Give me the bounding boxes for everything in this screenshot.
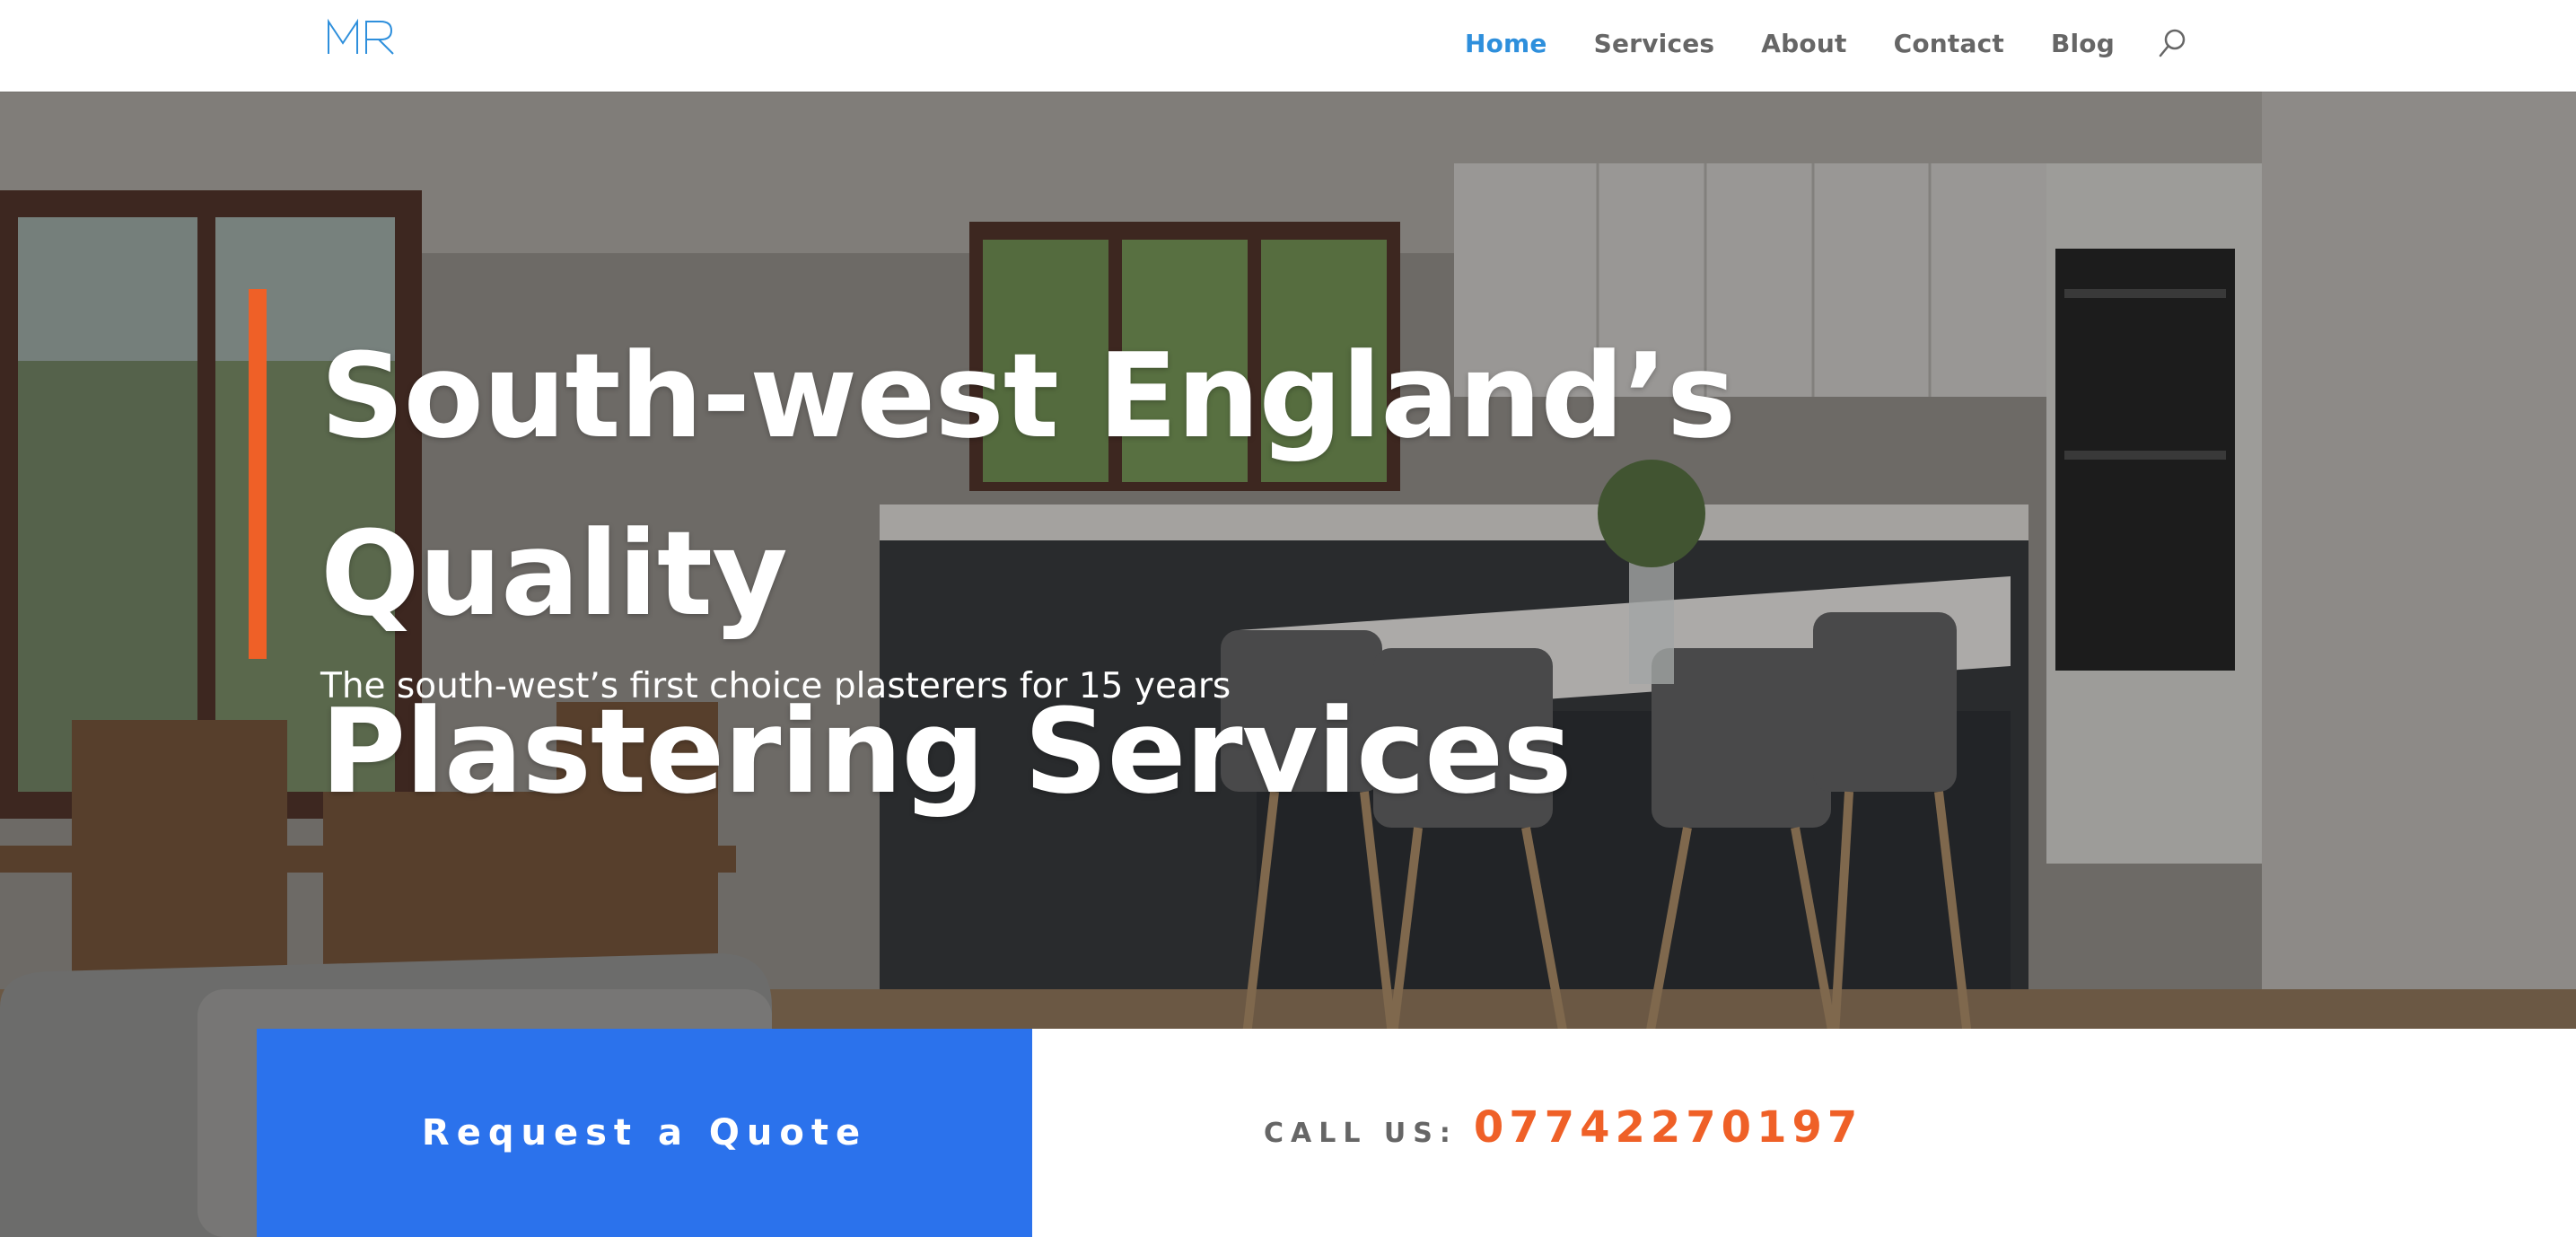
hero-title: South-west England’s Quality Plastering …	[320, 307, 2116, 840]
site-header: Home Services About Contact Blog	[0, 0, 2576, 92]
nav-services[interactable]: Services	[1594, 29, 1715, 58]
request-quote-button[interactable]: Request a Quote	[257, 1029, 1032, 1237]
call-us-label: CALL US:	[1264, 1118, 1458, 1149]
main-nav: Home Services About Contact Blog	[1465, 0, 2188, 86]
nav-about[interactable]: About	[1761, 29, 1846, 58]
hero-subtitle: The south-west’s first choice plasterers…	[320, 666, 1231, 706]
nav-contact[interactable]: Contact	[1894, 29, 2004, 58]
call-us: CALL US: 07742270197	[1264, 1102, 1862, 1153]
title-accent-bar	[249, 289, 267, 659]
hero-title-line1: South-west England’s Quality	[320, 328, 1736, 642]
logo-icon	[328, 18, 394, 55]
site-logo[interactable]	[327, 16, 399, 57]
search-icon[interactable]	[2158, 27, 2188, 59]
nav-home[interactable]: Home	[1465, 29, 1547, 58]
phone-number-link[interactable]: 07742270197	[1474, 1102, 1862, 1153]
nav-blog[interactable]: Blog	[2051, 29, 2115, 58]
request-quote-label: Request a Quote	[421, 1112, 868, 1154]
